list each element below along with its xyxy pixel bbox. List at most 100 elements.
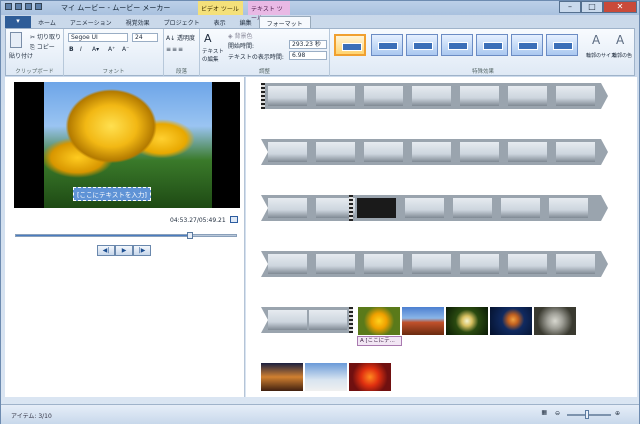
undo-icon[interactable] xyxy=(25,3,32,10)
photo-clip-desert[interactable] xyxy=(402,307,444,335)
maximize-button[interactable]: □ xyxy=(581,1,603,13)
effect-tile-6[interactable] xyxy=(511,34,543,56)
effect-tile-5[interactable] xyxy=(476,34,508,56)
thumbnail-size-icon[interactable]: ▦ xyxy=(541,409,547,416)
photo-clips xyxy=(358,307,576,335)
context-tab-video-tools: ビデオ ツール xyxy=(198,1,243,15)
photo-clip-penguins[interactable] xyxy=(305,363,347,391)
photo-clip-lighthouse[interactable] xyxy=(261,363,303,391)
overlay-text-box[interactable]: [ここにテキストを入力] xyxy=(73,187,151,201)
photo-clip-tulips[interactable] xyxy=(358,307,400,335)
duration-input[interactable]: 6.98 xyxy=(289,51,327,60)
clip-marker xyxy=(349,195,353,221)
group-clipboard: 貼り付け ✂ 切り取り ⎘ コピー クリップボード xyxy=(6,29,64,76)
context-tab-text-tools: テキスト ツール xyxy=(248,1,290,22)
ribbon-tabs: ▾ ホーム アニメーション 視覚効果 プロジェクト 表示 編集 フォーマット xyxy=(1,15,639,28)
effect-tile-1[interactable] xyxy=(334,34,366,56)
next-frame-button[interactable]: |▶ xyxy=(133,245,151,256)
effect-tile-7[interactable] xyxy=(546,34,578,56)
start-time-label: 開始時間: xyxy=(228,43,255,50)
tab-home[interactable]: ホーム xyxy=(31,16,63,28)
tab-view[interactable]: 表示 xyxy=(207,16,233,28)
seek-bar[interactable] xyxy=(15,232,237,239)
tab-edit[interactable]: 編集 xyxy=(233,16,259,28)
timecode: 04:53.27/05:49.21 xyxy=(170,217,226,224)
photo-clip-flower[interactable] xyxy=(446,307,488,335)
ribbon: 貼り付け ✂ 切り取り ⎘ コピー クリップボード Segoe UI 24 B … xyxy=(5,28,635,76)
window-title: マイ ムービー - ムービー メーカー xyxy=(61,4,171,12)
video-clip-strip[interactable] xyxy=(261,83,608,109)
italic-button[interactable]: I xyxy=(80,46,82,53)
effect-tile-2[interactable] xyxy=(371,34,403,56)
copy-button[interactable]: ⎘ コピー xyxy=(30,42,55,52)
group-font: Segoe UI 24 B I A▾ A⁺ A⁻ フォント xyxy=(64,29,164,76)
font-size-select[interactable]: 24 xyxy=(132,33,158,42)
paste-icon[interactable] xyxy=(10,32,22,48)
zoom-thumb[interactable] xyxy=(585,410,589,419)
close-button[interactable]: ✕ xyxy=(603,1,637,13)
zoom-in-button[interactable]: ⊕ xyxy=(615,410,620,417)
video-clip-strip[interactable] xyxy=(261,251,608,277)
outline-size-icon: A xyxy=(592,33,601,47)
clip-marker xyxy=(261,83,265,109)
video-preview[interactable]: [ここにテキストを入力] xyxy=(14,82,240,208)
font-family-select[interactable]: Segoe UI xyxy=(68,33,128,42)
shrink-font-icon[interactable]: A⁻ xyxy=(122,46,129,53)
minimize-button[interactable]: – xyxy=(559,1,581,13)
start-time-input[interactable]: 293.23 秒 xyxy=(289,40,327,49)
transparency-button[interactable]: A↓ 透明度 xyxy=(166,33,195,42)
group-adjust: A テキストの編集 ◈ 背景色 開始時間: 293.23 秒 テキストの表示時間… xyxy=(200,29,330,76)
duration-label: テキストの表示時間: xyxy=(228,54,284,61)
seek-progress xyxy=(16,235,190,236)
save-icon[interactable] xyxy=(15,3,22,10)
effect-tile-4[interactable] xyxy=(441,34,473,56)
tab-format[interactable]: フォーマット xyxy=(258,16,311,28)
redo-icon[interactable] xyxy=(35,3,42,10)
font-color-icon[interactable]: A▾ xyxy=(92,46,99,53)
menu-icon[interactable] xyxy=(5,3,12,10)
background-color-button[interactable]: ◈ 背景色 xyxy=(228,31,253,40)
video-clip-strip[interactable] xyxy=(261,307,353,333)
cut-button[interactable]: ✂ 切り取り xyxy=(30,32,61,41)
zoom-control: ⊖ ⊕ xyxy=(555,410,625,419)
window-controls: – □ ✕ xyxy=(559,1,637,13)
photo-clip-koala[interactable] xyxy=(534,307,576,335)
effect-tile-3[interactable] xyxy=(406,34,438,56)
seek-thumb[interactable] xyxy=(186,232,193,239)
playback-controls: ◀| ▶ |▶ xyxy=(97,245,151,256)
previous-frame-button[interactable]: ◀| xyxy=(97,245,115,256)
fullscreen-icon[interactable] xyxy=(230,216,238,223)
tab-project[interactable]: プロジェクト xyxy=(157,16,207,28)
group-label-adjust: 調整 xyxy=(258,69,270,75)
outline-color-button[interactable]: 輪郭の色 xyxy=(612,52,632,59)
group-label-clipboard: クリップボード xyxy=(15,69,54,75)
grow-font-icon[interactable]: A⁺ xyxy=(108,46,115,53)
photo-clip-jellyfish[interactable] xyxy=(490,307,532,335)
file-menu-button[interactable]: ▾ xyxy=(5,16,31,28)
outline-color-icon: A xyxy=(616,33,625,47)
edit-text-icon[interactable]: A xyxy=(204,32,216,45)
photo-clips xyxy=(261,363,391,391)
quick-access-toolbar xyxy=(5,3,42,10)
group-effects: A 輪郭のサイズ A 輪郭の色 特殊効果 xyxy=(330,29,636,76)
tab-visual-effects[interactable]: 視覚効果 xyxy=(119,16,157,28)
text-caption-clip[interactable]: A [ここにテ... xyxy=(357,336,402,346)
photo-clip-chrysanthemum[interactable] xyxy=(349,363,391,391)
paste-button[interactable]: 貼り付け xyxy=(9,51,33,60)
group-label-font: フォント xyxy=(102,69,125,75)
video-clip-strip[interactable] xyxy=(261,139,608,165)
group-paragraph: A↓ 透明度 ≡≡≡ 段落 xyxy=(164,29,200,76)
video-clip-strip[interactable] xyxy=(261,195,608,221)
preview-pane: [ここにテキストを入力] 04:53.27/05:49.21 ◀| ▶ |▶ xyxy=(5,77,245,397)
align-buttons[interactable]: ≡≡≡ xyxy=(166,46,184,53)
zoom-slider[interactable] xyxy=(567,414,611,416)
item-count: アイテム: 3/10 xyxy=(11,413,52,420)
status-bar: アイテム: 3/10 ▦ ⊖ ⊕ xyxy=(1,404,639,424)
clip-marker xyxy=(349,307,353,333)
group-label-effects: 特殊効果 xyxy=(471,69,494,75)
bold-button[interactable]: B xyxy=(69,46,74,53)
zoom-out-button[interactable]: ⊖ xyxy=(555,410,560,417)
tab-animation[interactable]: アニメーション xyxy=(63,16,119,28)
edit-text-button[interactable]: テキストの編集 xyxy=(202,47,224,63)
play-button[interactable]: ▶ xyxy=(115,245,133,256)
